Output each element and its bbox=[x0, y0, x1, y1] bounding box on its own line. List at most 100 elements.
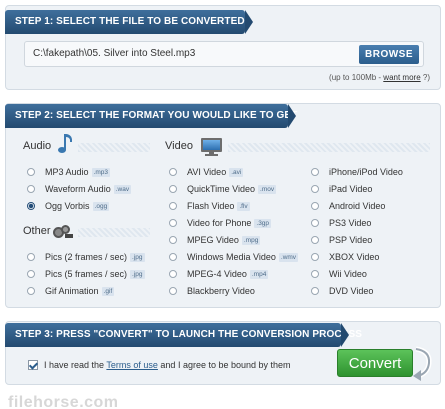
terms-text: I have read the Terms of use and I agree… bbox=[44, 360, 291, 370]
format-label: Pics (2 frames / sec) bbox=[45, 252, 128, 262]
step2-title: STEP 2: SELECT THE FORMAT YOU WOULD LIKE… bbox=[5, 104, 297, 128]
monitor-icon bbox=[201, 138, 222, 156]
radio-wav[interactable] bbox=[27, 185, 35, 193]
format-ext: .mov bbox=[258, 184, 277, 194]
format-label: Windows Media Video bbox=[187, 252, 276, 262]
audio-heading: Audio bbox=[23, 140, 52, 152]
radio-flv[interactable] bbox=[169, 202, 177, 210]
format-ext: .jpg bbox=[130, 269, 145, 279]
want-more-link[interactable]: want more bbox=[383, 73, 420, 82]
format-ext: .avi bbox=[229, 167, 244, 177]
radio-blackberry[interactable] bbox=[169, 287, 177, 295]
format-option-ipad[interactable]: iPad Video bbox=[311, 182, 372, 196]
format-option-mov[interactable]: QuickTime Video .mov bbox=[169, 182, 277, 196]
format-ext: .3gp bbox=[254, 218, 272, 228]
format-option-avi[interactable]: AVI Video .avi bbox=[169, 165, 244, 179]
format-label: MPEG-4 Video bbox=[187, 269, 247, 279]
format-option-gif[interactable]: Gif Animation .gif bbox=[27, 284, 115, 298]
terms-checkbox[interactable] bbox=[28, 360, 38, 370]
film-reel-icon bbox=[53, 225, 73, 239]
radio-gif[interactable] bbox=[27, 287, 35, 295]
radio-mp4[interactable] bbox=[169, 270, 177, 278]
upload-limit-note: (up to 100Mb - want more ?) bbox=[329, 73, 430, 82]
format-option-mp4[interactable]: MPEG-4 Video .mp4 bbox=[169, 267, 269, 281]
format-label: AVI Video bbox=[187, 167, 227, 177]
format-label: Waveform Audio bbox=[45, 184, 111, 194]
convert-arrow-icon bbox=[413, 346, 432, 381]
other-heading: Other bbox=[23, 225, 51, 237]
radio-ogg[interactable] bbox=[27, 202, 35, 210]
format-option-android[interactable]: Android Video bbox=[311, 199, 385, 213]
radio-mov[interactable] bbox=[169, 185, 177, 193]
radio-pics-2fps[interactable] bbox=[27, 253, 35, 261]
format-ext: .wav bbox=[113, 184, 132, 194]
radio-pics-5fps[interactable] bbox=[27, 270, 35, 278]
watermark: filehorse.com bbox=[8, 394, 119, 409]
format-option-wii[interactable]: Wii Video bbox=[311, 267, 367, 281]
format-option-ogg[interactable]: Ogg Vorbis .ogg bbox=[27, 199, 110, 213]
format-ext: .gif bbox=[101, 286, 115, 296]
limit-suffix: ?) bbox=[420, 73, 430, 82]
format-label: PSP Video bbox=[329, 235, 373, 245]
radio-mpg[interactable] bbox=[169, 236, 177, 244]
format-label: MPEG Video bbox=[187, 235, 239, 245]
video-heading: Video bbox=[165, 140, 193, 152]
video-heading-bar bbox=[228, 143, 430, 152]
music-note-icon bbox=[56, 134, 72, 156]
other-heading-bar bbox=[78, 228, 150, 237]
format-label: PS3 Video bbox=[329, 218, 372, 228]
radio-wmv[interactable] bbox=[169, 253, 177, 261]
limit-prefix: (up to 100Mb - bbox=[329, 73, 384, 82]
radio-mp3[interactable] bbox=[27, 168, 35, 176]
format-option-ps3[interactable]: PS3 Video bbox=[311, 216, 371, 230]
browse-button[interactable]: BROWSE bbox=[359, 45, 419, 64]
file-path-value: C:\fakepath\05. Silver into Steel.mp3 bbox=[33, 48, 196, 59]
format-option-mpg[interactable]: MPEG Video .mpg bbox=[169, 233, 261, 247]
format-label: DVD Video bbox=[329, 286, 374, 296]
format-option-wmv[interactable]: Windows Media Video .wmv bbox=[169, 250, 299, 264]
format-label: Pics (5 frames / sec) bbox=[45, 269, 128, 279]
file-input[interactable]: C:\fakepath\05. Silver into Steel.mp3 BR… bbox=[24, 41, 424, 67]
format-option-iphone[interactable]: iPhone/iPod Video bbox=[311, 165, 403, 179]
format-option-psp[interactable]: PSP Video bbox=[311, 233, 372, 247]
format-option-blackberry[interactable]: Blackberry Video bbox=[169, 284, 255, 298]
format-option-pics-2fps[interactable]: Pics (2 frames / sec) .jpg bbox=[27, 250, 145, 264]
radio-3gp[interactable] bbox=[169, 219, 177, 227]
format-option-mp3[interactable]: MP3 Audio .mp3 bbox=[27, 165, 110, 179]
format-label: Blackberry Video bbox=[187, 286, 255, 296]
radio-wii[interactable] bbox=[311, 270, 319, 278]
format-option-pics-5fps[interactable]: Pics (5 frames / sec) .jpg bbox=[27, 267, 145, 281]
radio-avi[interactable] bbox=[169, 168, 177, 176]
format-ext: .ogg bbox=[92, 201, 110, 211]
format-label: iPhone/iPod Video bbox=[329, 167, 403, 177]
format-option-wav[interactable]: Waveform Audio .wav bbox=[27, 182, 132, 196]
radio-android[interactable] bbox=[311, 202, 319, 210]
radio-dvd[interactable] bbox=[311, 287, 319, 295]
format-option-3gp[interactable]: Video for Phone .3gp bbox=[169, 216, 272, 230]
terms-prefix: I have read the bbox=[44, 360, 107, 370]
format-ext: .jpg bbox=[130, 252, 145, 262]
radio-iphone[interactable] bbox=[311, 168, 319, 176]
format-label: QuickTime Video bbox=[187, 184, 256, 194]
format-ext: .flv bbox=[237, 201, 250, 211]
convert-button[interactable]: Convert bbox=[337, 349, 413, 377]
format-label: Android Video bbox=[329, 201, 386, 211]
terms-of-use-link[interactable]: Terms of use bbox=[106, 360, 158, 370]
radio-ps3[interactable] bbox=[311, 219, 319, 227]
radio-xbox[interactable] bbox=[311, 253, 319, 261]
step3-title: STEP 3: PRESS "CONVERT" TO LAUNCH THE CO… bbox=[5, 323, 362, 347]
step2-panel: STEP 2: SELECT THE FORMAT YOU WOULD LIKE… bbox=[5, 103, 441, 308]
format-label: MP3 Audio bbox=[45, 167, 89, 177]
step1-panel: STEP 1: SELECT THE FILE TO BE CONVERTED … bbox=[5, 5, 441, 90]
format-ext: .wmv bbox=[278, 252, 299, 262]
format-label: Wii Video bbox=[329, 269, 367, 279]
format-option-dvd[interactable]: DVD Video bbox=[311, 284, 373, 298]
format-option-flv[interactable]: Flash Video .flv bbox=[169, 199, 250, 213]
format-ext: .mp3 bbox=[91, 167, 110, 177]
format-option-xbox[interactable]: XBOX Video bbox=[311, 250, 379, 264]
format-label: Video for Phone bbox=[187, 218, 252, 228]
radio-ipad[interactable] bbox=[311, 185, 319, 193]
radio-psp[interactable] bbox=[311, 236, 319, 244]
format-label: iPad Video bbox=[329, 184, 373, 194]
format-label: Flash Video bbox=[187, 201, 235, 211]
